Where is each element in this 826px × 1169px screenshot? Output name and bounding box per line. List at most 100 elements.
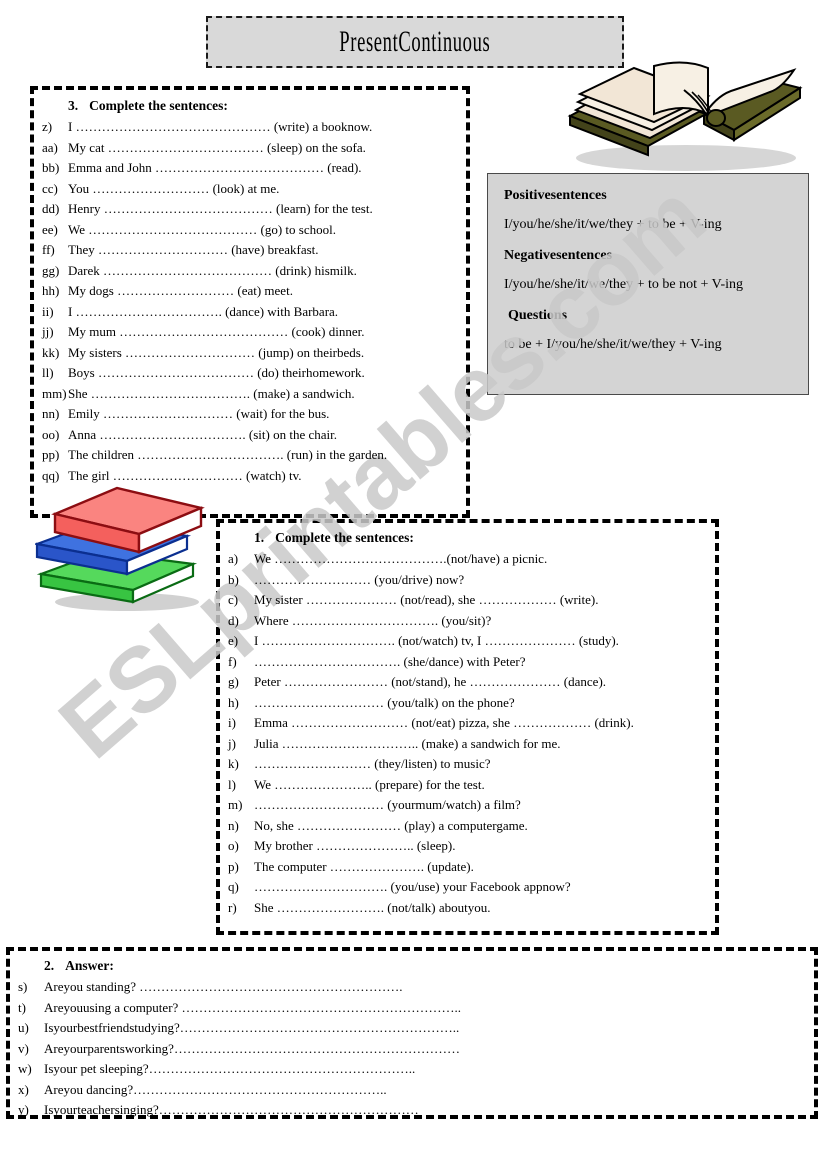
item-text: We ………………………………….(not/have) a picnic. [254, 551, 548, 566]
negative-sentences-heading: Negativesentences [504, 248, 613, 263]
list-item[interactable]: bb) Emma and John ………………………………… (read). [42, 158, 462, 179]
list-item[interactable]: hh) My dogs ……………………… (eat) meet. [42, 281, 462, 302]
item-label: oo) [42, 426, 60, 442]
item-text: Anna ……………………………. (sit) on the chair. [68, 426, 337, 442]
item-text: Emma ……………………… (not/eat) pizza, she …………… [254, 715, 634, 730]
item-text: We ………………….. (prepare) for the test. [254, 776, 485, 792]
list-item[interactable]: m) ………………………… (yourmum/watch) a film? [228, 795, 712, 816]
list-item[interactable]: g) Peter …………………… (not/stand), he …………………… [228, 672, 712, 693]
item-text: They ………………………… (have) breakfast. [68, 242, 319, 257]
list-item[interactable]: j) Julia ………………………….. (make) a sandwich f… [228, 734, 712, 755]
item-text: Where ……………………………. (you/sit)? [254, 612, 492, 628]
item-text: Julia ………………………….. (make) a sandwich for… [254, 735, 561, 751]
item-label: h) [228, 694, 239, 710]
item-label: cc) [42, 180, 58, 196]
item-label: e) [228, 633, 239, 648]
item-label: b) [228, 571, 239, 587]
list-item[interactable]: k) ……………………… (they/listen) to music? [228, 754, 712, 775]
list-item[interactable]: a) We ………………………………….(not/have) a picnic. [228, 549, 712, 570]
item-text: She ……………………. (not/talk) aboutyou. [254, 899, 491, 915]
list-item[interactable]: oo) Anna ……………………………. (sit) on the chair. [42, 425, 462, 446]
grammar-reference-panel: Positivesentences I/you/he/she/it/we/the… [487, 173, 809, 395]
list-item[interactable]: dd) Henry ………………………………… (learn) for the t… [42, 199, 462, 220]
item-label: f) [228, 653, 237, 669]
list-item[interactable]: ii) I ……………………………. (dance) with Barbara. [42, 302, 462, 323]
list-item[interactable]: z) I ……………………………………… (write) a booknow. [42, 117, 462, 138]
list-item[interactable]: s) Areyou standing? ……………………………………………………. [18, 977, 808, 998]
item-label: i) [228, 715, 236, 730]
item-text: ……………………… (they/listen) to music? [254, 756, 491, 771]
item-text: …………………………. (you/use) your Facebook appn… [254, 879, 571, 894]
list-item[interactable]: c) My sister ………………… (not/read), she …………… [228, 590, 712, 611]
item-text: Isyourbestfriendstudying?………………………………………… [44, 1020, 460, 1035]
list-item[interactable]: e) I …………………………. (not/watch) tv, I ………………… [228, 631, 712, 652]
exercise-1-list: a) We ………………………………….(not/have) a picnic. … [228, 549, 712, 918]
item-label: c) [228, 592, 239, 607]
exercise-1-instruction: Complete the sentences: [275, 530, 414, 545]
item-text: ……………………………. (she/dance) with Peter? [254, 653, 526, 669]
list-item[interactable]: q) …………………………. (you/use) your Facebook ap… [228, 877, 712, 898]
item-label: bb) [42, 160, 60, 175]
list-item[interactable]: gg) Darek ………………………………… (drink) hismilk. [42, 261, 462, 282]
list-item[interactable]: pp) The children ……………………………. (run) in th… [42, 445, 462, 466]
negative-sentences-formula: I/you/he/she/it/we/they + to be not + V-… [504, 277, 743, 292]
list-item[interactable]: u) Isyourbestfriendstudying?…………………………………… [18, 1018, 808, 1039]
item-text: I ……………………………. (dance) with Barbara. [68, 303, 339, 319]
list-item[interactable]: ff) They ………………………… (have) breakfast. [42, 240, 462, 261]
worksheet-title-box: PresentContinuous [206, 16, 624, 68]
item-text: My mum ………………………………… (cook) dinner. [68, 324, 365, 339]
exercise-1-heading: 1. Complete the sentences: [228, 530, 712, 546]
list-item[interactable]: n) No, she …………………… (play) a computergame… [228, 816, 712, 837]
item-label: j) [228, 735, 236, 751]
list-item[interactable]: o) My brother ………………….. (sleep). [228, 836, 712, 857]
list-item[interactable]: aa) My cat ……………………………… (sleep) on the so… [42, 138, 462, 159]
list-item[interactable]: w) Isyour pet sleeping?………………………………………………… [18, 1059, 808, 1080]
list-item[interactable]: mm) She ………………………………. (make) a sandwich. [42, 384, 462, 405]
list-item[interactable]: y) Isyourteachersinging?……………………………………………… [18, 1100, 808, 1121]
stacked-books-image [32, 482, 220, 612]
positive-sentences-formula: I/you/he/she/it/we/they + to be + V-ing [504, 217, 722, 232]
item-label: q) [228, 879, 239, 894]
item-text: Areyou standing? ……………………………………………………. [44, 979, 403, 994]
list-item[interactable]: v) Areyourparentsworking?…………………………………………… [18, 1039, 808, 1060]
item-label: dd) [42, 201, 60, 216]
list-item[interactable]: b) ……………………… (you/drive) now? [228, 570, 712, 591]
list-item[interactable]: l) We ………………….. (prepare) for the test. [228, 775, 712, 796]
item-text: ………………………… (yourmum/watch) a film? [254, 797, 521, 812]
list-item[interactable]: jj) My mum ………………………………… (cook) dinner. [42, 322, 462, 343]
item-text: Isyour pet sleeping?……………………………………………………… [44, 1061, 416, 1076]
list-item[interactable]: ee) We ………………………………… (go) to school. [42, 220, 462, 241]
list-item[interactable]: p) The computer …………………. (update). [228, 857, 712, 878]
item-label: m) [228, 797, 243, 812]
exercise-2-heading: 2. Answer: [18, 958, 808, 974]
item-label: s) [18, 979, 28, 994]
item-text: ……………………… (you/drive) now? [254, 571, 465, 587]
item-text: My cat ……………………………… (sleep) on the sofa. [68, 139, 366, 155]
item-text: Darek ………………………………… (drink) hismilk. [68, 262, 357, 278]
list-item[interactable]: cc) You ……………………… (look) at me. [42, 179, 462, 200]
list-item[interactable]: t) Areyouusing a computer? ……………………………………… [18, 998, 808, 1019]
open-book-image [556, 58, 806, 174]
list-item[interactable]: ll) Boys ……………………………… (do) theirhomework. [42, 363, 462, 384]
item-label: gg) [42, 262, 60, 278]
item-label: g) [228, 674, 239, 689]
item-text: You ……………………… (look) at me. [68, 180, 280, 196]
item-text: My sisters ………………………… (jump) on theirbed… [68, 344, 365, 360]
item-text: My dogs ……………………… (eat) meet. [68, 283, 293, 298]
item-text: She ………………………………. (make) a sandwich. [68, 385, 355, 401]
list-item[interactable]: nn) Emily ………………………… (wait) for the bus. [42, 404, 462, 425]
exercise-1-number: 1. [254, 530, 265, 545]
list-item[interactable]: x) Areyou dancing?………………………………………………….. [18, 1080, 808, 1101]
item-text: I ……………………………………… (write) a booknow. [68, 119, 373, 134]
list-item[interactable]: r) She ……………………. (not/talk) aboutyou. [228, 898, 712, 919]
list-item[interactable]: i) Emma ……………………… (not/eat) pizza, she ……… [228, 713, 712, 734]
list-item[interactable]: h) ………………………… (you/talk) on the phone? [228, 693, 712, 714]
item-text: We ………………………………… (go) to school. [68, 221, 336, 237]
item-label: p) [228, 858, 239, 874]
item-label: u) [18, 1020, 29, 1035]
list-item[interactable]: kk) My sisters ………………………… (jump) on their… [42, 343, 462, 364]
list-item[interactable]: d) Where ……………………………. (you/sit)? [228, 611, 712, 632]
list-item[interactable]: f) ……………………………. (she/dance) with Peter? [228, 652, 712, 673]
item-label: pp) [42, 447, 60, 462]
item-label: w) [18, 1061, 32, 1076]
